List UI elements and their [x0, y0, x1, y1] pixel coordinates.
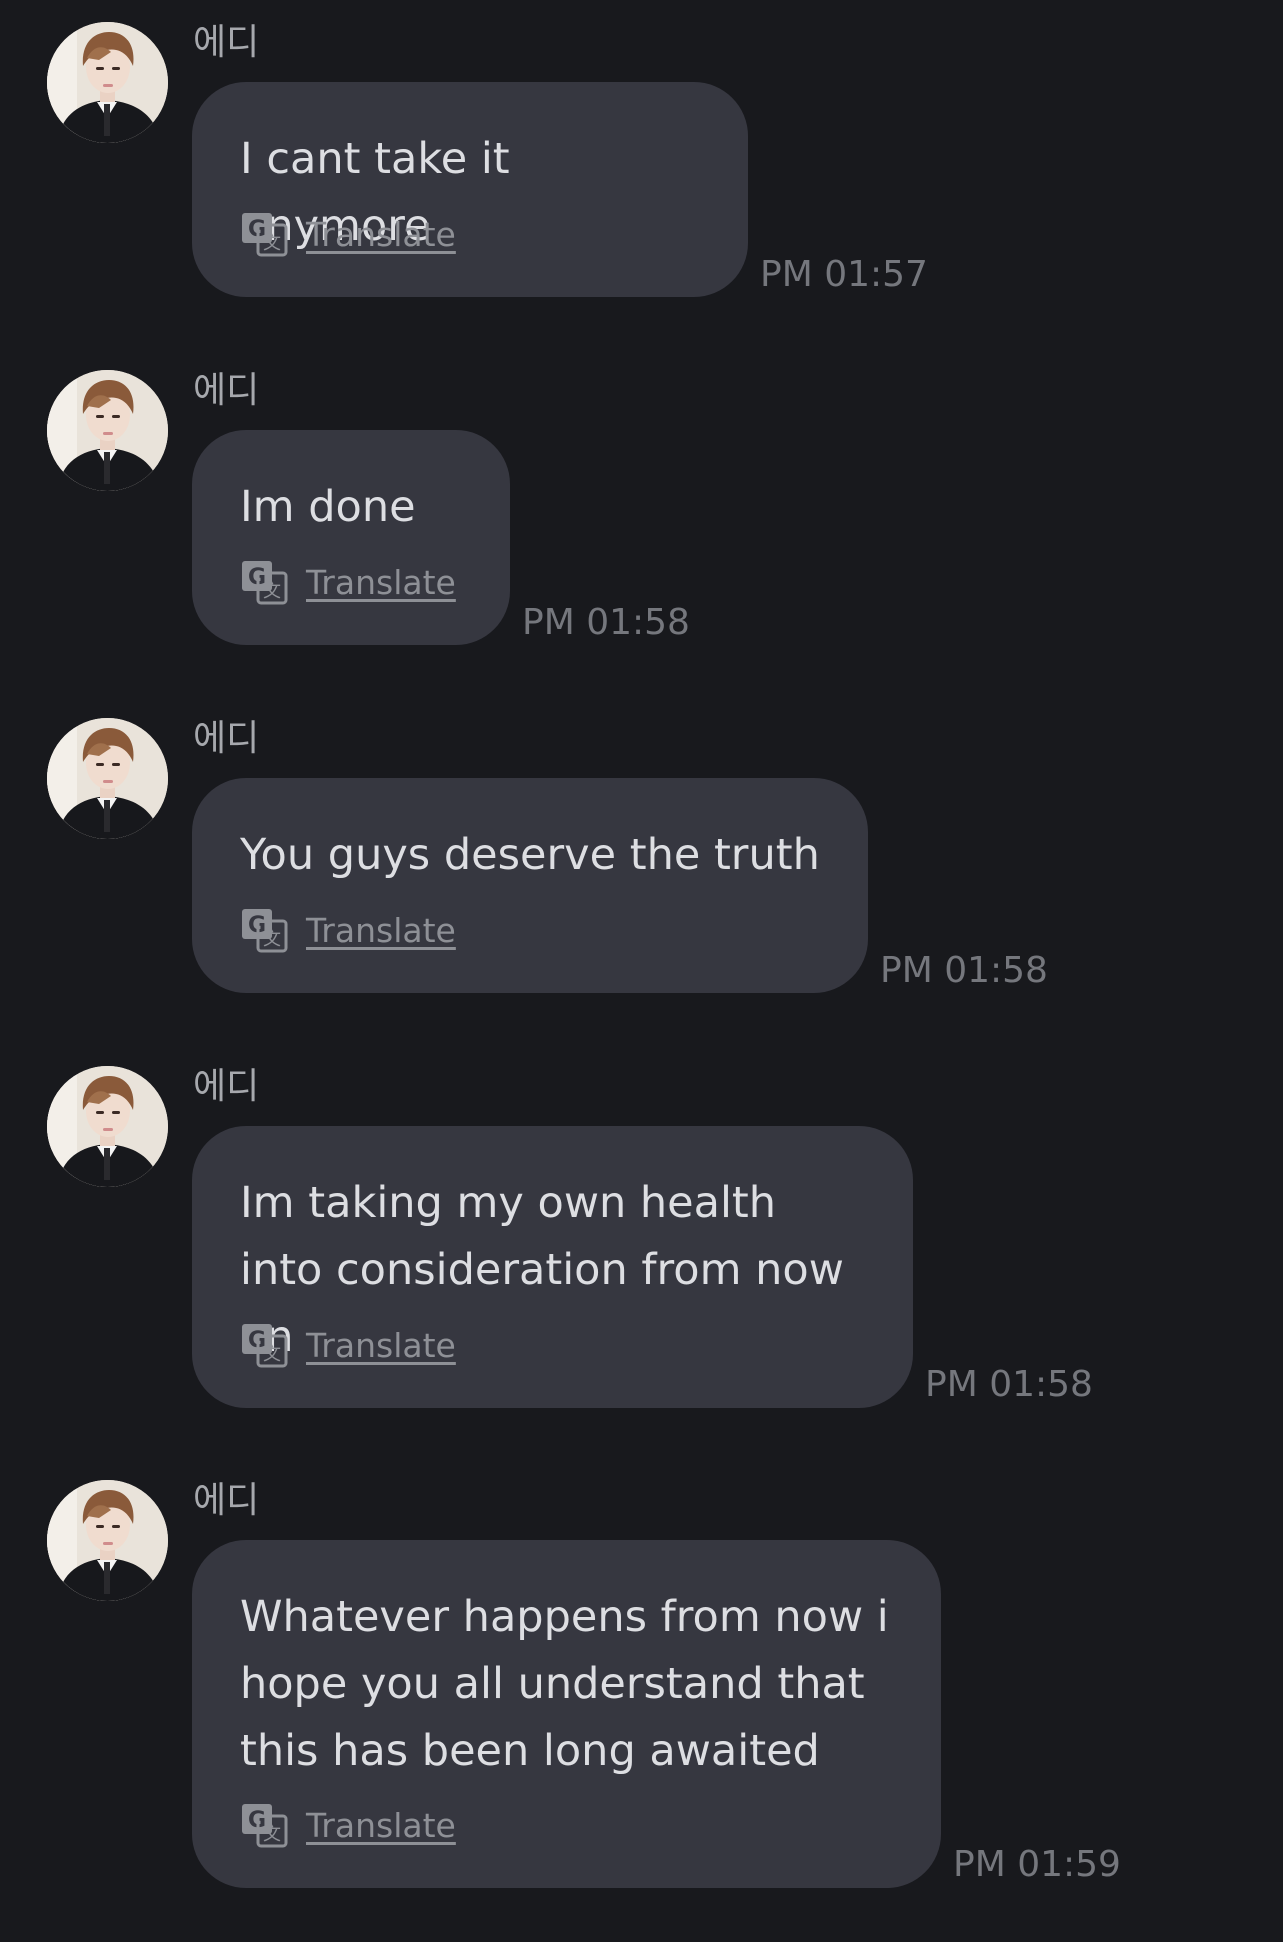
sender-name: 에디 [193, 1066, 260, 1107]
avatar[interactable] [47, 718, 168, 839]
avatar[interactable] [47, 370, 168, 491]
message-time: PM 01:58 [522, 602, 690, 643]
message-row: 에디 Whatever happens from now i hope you … [0, 1458, 1283, 1928]
avatar-photo [47, 718, 168, 839]
sender-name: 에디 [193, 718, 260, 759]
sender-name: 에디 [193, 1480, 260, 1521]
message-text: You guys deserve the truth [240, 830, 820, 880]
message-time: PM 01:58 [925, 1364, 1093, 1405]
translate-link[interactable]: Translate [306, 563, 456, 602]
message-row: 에디 Im done G 文 Translate PM 01:58 [0, 348, 1283, 648]
avatar-photo [47, 22, 168, 143]
svg-text:文: 文 [263, 581, 281, 602]
translate-link[interactable]: Translate [306, 1806, 456, 1845]
avatar-photo [47, 1480, 168, 1601]
svg-text:文: 文 [263, 1344, 281, 1365]
message-row: 에디 You guys deserve the truth G 文 Transl… [0, 696, 1283, 996]
message-bubble[interactable]: You guys deserve the truth G 文 Translate [192, 778, 868, 993]
sender-name: 에디 [193, 22, 260, 63]
translate-icon: G 文 [242, 909, 288, 953]
translate-row: G 文 Translate [240, 559, 456, 605]
chat-messages: 에디 I cant take it anymore G 文 Translate … [0, 0, 1283, 1942]
message-bubble[interactable]: Whatever happens from now i hope you all… [192, 1540, 941, 1888]
avatar[interactable] [47, 22, 168, 143]
translate-row: G 文 Translate [240, 211, 456, 257]
translate-icon: G 文 [242, 1804, 288, 1848]
message-bubble[interactable]: Im taking my own health into considerati… [192, 1126, 913, 1408]
translate-row: G 文 Translate [240, 1802, 456, 1848]
message-row: 에디 I cant take it anymore G 文 Translate … [0, 0, 1283, 300]
svg-text:文: 文 [263, 929, 281, 950]
message-time: PM 01:58 [880, 950, 1048, 991]
avatar-photo [47, 1066, 168, 1187]
svg-text:文: 文 [263, 233, 281, 254]
message-time: PM 01:59 [953, 1844, 1121, 1885]
message-bubble[interactable]: I cant take it anymore G 文 Translate [192, 82, 748, 297]
translate-row: G 文 Translate [240, 1322, 456, 1368]
translate-link[interactable]: Translate [306, 215, 456, 254]
translate-icon: G 文 [242, 213, 288, 257]
message-row: 에디 Im taking my own health into consider… [0, 1044, 1283, 1414]
translate-link[interactable]: Translate [306, 911, 456, 950]
sender-name: 에디 [193, 370, 260, 411]
translate-icon: G 文 [242, 561, 288, 605]
translate-link[interactable]: Translate [306, 1326, 456, 1365]
message-text: Im done [240, 482, 416, 532]
avatar-photo [47, 370, 168, 491]
avatar[interactable] [47, 1066, 168, 1187]
message-bubble[interactable]: Im done G 文 Translate [192, 430, 510, 645]
translate-icon: G 文 [242, 1324, 288, 1368]
message-text: Whatever happens from now i hope you all… [240, 1592, 889, 1776]
avatar[interactable] [47, 1480, 168, 1601]
translate-row: G 文 Translate [240, 907, 456, 953]
message-time: PM 01:57 [760, 254, 928, 295]
svg-text:文: 文 [263, 1824, 281, 1845]
